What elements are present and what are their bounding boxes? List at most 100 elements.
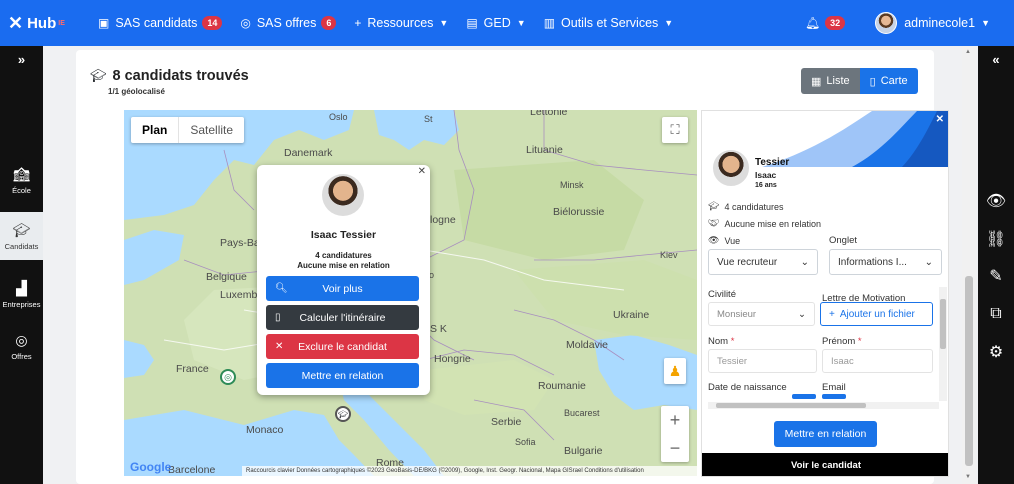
street-view-pegman-icon[interactable]: ♟: [664, 358, 686, 384]
graduate-icon: 🎓︎: [12, 221, 31, 238]
map-label: Roumanie: [538, 380, 586, 392]
mettre-en-relation-button[interactable]: Mettre en relation: [266, 363, 419, 388]
fullscreen-icon[interactable]: ⛶: [662, 117, 688, 143]
vue-label: 👁︎ Vue: [708, 235, 741, 246]
relation-status: Aucune mise en relation: [297, 261, 390, 270]
target-icon: ◎: [240, 16, 251, 30]
users-icon: ▣: [98, 16, 110, 30]
candidate-age: 16 ans: [755, 182, 777, 189]
page-scrollbar[interactable]: ▲ ▼: [962, 46, 976, 484]
candidate-infowindow: ✕ Isaac Tessier 4 candidatures Aucune mi…: [257, 165, 430, 395]
logo-text: Hub: [27, 14, 57, 32]
close-icon[interactable]: ✕: [418, 166, 426, 177]
geoloc-count: 1/1 géolocalisé: [108, 87, 165, 96]
eye-icon[interactable]: 👁︎: [978, 189, 1014, 213]
zoom-in-button[interactable]: +: [670, 406, 681, 434]
vue-select[interactable]: Vue recruteur ⌄: [708, 249, 818, 275]
map[interactable]: Oslo St Lettonie Danemark Lituanie Minsk…: [124, 110, 697, 476]
panel-mettre-en-relation-button[interactable]: Mettre en relation: [774, 421, 877, 447]
nav-sas-candidats[interactable]: ▣ SAS candidats 14: [98, 16, 223, 30]
voir-plus-button[interactable]: 🔍︎ Voir plus: [266, 276, 419, 301]
nav-ged[interactable]: ▤ GED ▼: [466, 16, 525, 30]
scroll-up-icon[interactable]: ▲: [965, 49, 971, 55]
map-label: St: [424, 114, 433, 124]
map-icon: ▯: [869, 75, 876, 88]
map-label: Bucarest: [564, 408, 600, 418]
graduate-icon: 🎓︎: [90, 68, 107, 83]
onglet-label: Onglet: [829, 235, 857, 246]
candidate-panel: ✕ Tessier Isaac 16 ans 🎓︎ 4 candidatures…: [701, 110, 949, 477]
plus-icon: +: [354, 16, 362, 30]
naissance-label: Date de naissance: [708, 382, 787, 393]
top-navbar: ✕ Hub IE ▣ SAS candidats 14 ◎ SAS offres…: [0, 0, 1014, 46]
toolbox-icon: ▥: [543, 16, 556, 30]
left-sidebar: » 🏫︎ École 🎓︎ Candidats ▟ Entreprises ◎ …: [0, 46, 43, 484]
map-attribution[interactable]: Raccourcis clavier Données cartographiqu…: [242, 466, 697, 476]
count-badge: 6: [321, 16, 337, 30]
map-label: S K: [430, 323, 447, 335]
view-carte-button[interactable]: ▯ Carte: [859, 68, 918, 94]
zoom-out-button[interactable]: −: [670, 434, 681, 462]
voir-candidat-button[interactable]: Voir le candidat: [702, 453, 948, 476]
map-label: Belgique: [206, 271, 247, 283]
chevron-down-icon: ⌄: [800, 256, 809, 268]
close-icon[interactable]: ✕: [936, 114, 944, 125]
candidate-lastname: Tessier: [755, 157, 790, 168]
itineraire-button[interactable]: ▯ Calculer l'itinéraire: [266, 305, 419, 330]
chevron-down-icon: ▼: [664, 18, 674, 28]
sidebar-expand-button[interactable]: »: [0, 46, 43, 72]
nom-field[interactable]: Tessier: [708, 349, 817, 373]
target-icon: ◎: [15, 331, 28, 348]
zoom-control: + −: [661, 406, 689, 462]
chevron-down-icon: ▼: [516, 18, 526, 28]
view-liste-button[interactable]: ▦ Liste: [801, 68, 860, 94]
candidate-marker[interactable]: ◎: [220, 369, 236, 385]
email-field[interactable]: [822, 394, 846, 399]
link-icon[interactable]: ⛓︎: [978, 227, 1014, 251]
civilite-select[interactable]: Monsieur ⌄: [708, 302, 815, 326]
map-type-satellite[interactable]: Satellite: [178, 117, 244, 143]
sidebar-item-offres[interactable]: ◎ Offres: [0, 322, 43, 370]
school-icon: 🏫︎: [12, 165, 31, 182]
search-icon: 🔍︎: [275, 283, 288, 294]
nav-outils[interactable]: ▥ Outils et Services ▼: [544, 16, 674, 30]
gear-icon[interactable]: ⚙︎: [978, 340, 1014, 364]
list-icon: ▦: [811, 75, 822, 88]
sidebar-collapse-button[interactable]: «: [978, 47, 1014, 71]
map-type-plan[interactable]: Plan: [131, 117, 178, 143]
nav-ressources[interactable]: + Ressources ▼: [354, 16, 448, 30]
date-field[interactable]: [792, 394, 816, 399]
onglet-select[interactable]: Informations I... ⌄: [829, 249, 942, 275]
external-link-icon[interactable]: ⧉: [978, 302, 1014, 326]
bell-icon: 🔔︎: [804, 16, 821, 30]
prenom-label: Prénom: [822, 336, 856, 347]
sidebar-item-candidats[interactable]: 🎓︎ Candidats: [0, 212, 43, 260]
map-type-control: Plan Satellite: [131, 117, 245, 143]
exclure-button[interactable]: ✕ Exclure le candidat: [266, 334, 419, 359]
form-vertical-scrollbar[interactable]: [939, 287, 947, 401]
map-label: logne: [430, 214, 456, 226]
nav-sas-offres[interactable]: ◎ SAS offres 6: [240, 16, 337, 30]
map-label: Lettonie: [530, 110, 568, 118]
notifications-button[interactable]: 🔔︎ 32: [804, 16, 846, 30]
close-icon: ✕: [275, 341, 284, 352]
sidebar-item-entreprises[interactable]: ▟ Entreprises: [0, 270, 43, 318]
pencil-icon[interactable]: ✎: [978, 264, 1014, 288]
chevron-down-icon: ▼: [439, 18, 449, 28]
upload-file-button[interactable]: + Ajouter un fichier: [820, 302, 933, 326]
map-label: Moldavie: [566, 339, 609, 351]
candidate-photo: [711, 148, 751, 188]
nom-label: Nom: [708, 336, 729, 347]
form-horizontal-scrollbar[interactable]: [708, 402, 939, 409]
file-icon: ▤: [466, 16, 478, 30]
candidate-marker-selected[interactable]: 🎓︎: [335, 406, 351, 422]
scroll-thumb[interactable]: [965, 276, 973, 466]
user-menu[interactable]: adminecole1 ▼: [875, 12, 990, 34]
industry-icon: ▟: [16, 279, 27, 296]
prenom-field[interactable]: Isaac: [822, 349, 933, 373]
app-logo[interactable]: ✕ Hub IE: [0, 13, 90, 34]
sidebar-item-ecole[interactable]: 🏫︎ École: [0, 156, 43, 204]
candidatures-count: 🎓︎ 4 candidatures: [708, 201, 784, 212]
handshake-icon: 🤝︎: [708, 218, 720, 228]
scroll-down-icon[interactable]: ▼: [965, 474, 971, 480]
